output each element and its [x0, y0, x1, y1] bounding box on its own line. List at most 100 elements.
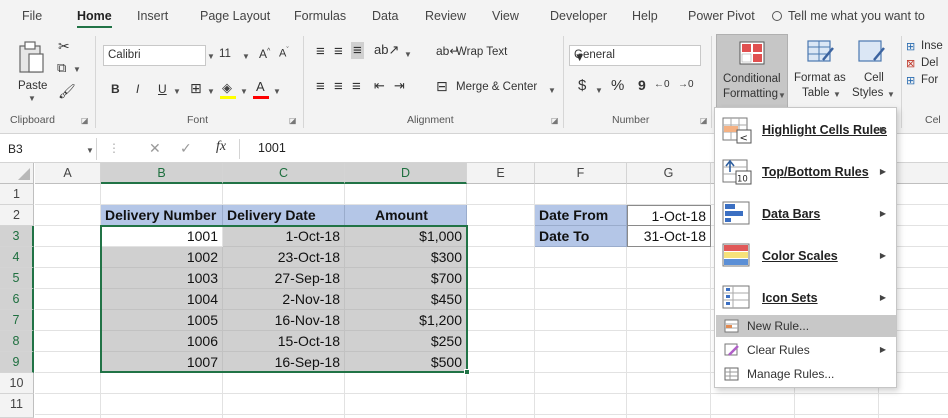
format-cells-label[interactable]: For	[921, 74, 938, 86]
orientation-icon[interactable]: ab↗	[374, 42, 399, 58]
conditional-formatting-button[interactable]: Conditional Formatting ▼	[716, 34, 788, 108]
bold-button[interactable]: B	[111, 82, 120, 96]
cell-d3[interactable]: $1,000	[345, 226, 467, 247]
row-header-3[interactable]: 3	[0, 226, 34, 247]
chevron-down-icon[interactable]: ▼	[548, 86, 556, 95]
cell-b9[interactable]: 1007	[101, 352, 223, 373]
cell-c9[interactable]: 16-Sep-18	[223, 352, 345, 373]
format-painter-icon[interactable]: 🖌	[58, 83, 76, 100]
menu-item-top-bottom-rules[interactable]: 10 Top/Bottom Rules ▶	[716, 152, 896, 194]
dialog-launcher-icon[interactable]: ◪	[551, 116, 559, 125]
font-color-icon[interactable]: A	[256, 79, 265, 94]
cell-b4[interactable]: 1002	[101, 247, 223, 268]
cell-c8[interactable]: 15-Oct-18	[223, 331, 345, 352]
delete-cells-icon[interactable]: ⊠	[906, 57, 915, 70]
align-center-icon[interactable]: ≡	[334, 78, 343, 95]
cell-c6[interactable]: 2-Nov-18	[223, 289, 345, 310]
increase-decimal-icon[interactable]: ←0	[654, 79, 670, 90]
column-header-g[interactable]: G	[627, 163, 711, 184]
tab-insert[interactable]: Insert	[137, 9, 168, 23]
cell-c5[interactable]: 27-Sep-18	[223, 268, 345, 289]
date-from-label[interactable]: Date From	[535, 205, 627, 226]
cell-d8[interactable]: $250	[345, 331, 467, 352]
chevron-down-icon[interactable]: ▼	[242, 52, 250, 61]
increase-font-size-icon[interactable]: A^	[259, 47, 270, 61]
cell-styles-button[interactable]: Cell Styles ▼	[852, 34, 896, 108]
insert-cells-icon[interactable]: ⊞	[906, 40, 915, 53]
cell-d7[interactable]: $1,200	[345, 310, 467, 331]
chevron-down-icon[interactable]: ▼	[404, 50, 412, 59]
tab-home[interactable]: Home	[77, 9, 112, 28]
cell-c7[interactable]: 16-Nov-18	[223, 310, 345, 331]
tab-view[interactable]: View	[492, 9, 519, 23]
row-header-7[interactable]: 7	[0, 310, 34, 331]
accounting-format-button[interactable]: $	[578, 77, 586, 94]
dialog-launcher-icon[interactable]: ◪	[289, 116, 297, 125]
chevron-down-icon[interactable]: ▼	[73, 65, 81, 74]
menu-item-new-rule[interactable]: New Rule...	[716, 315, 896, 337]
tab-page-layout[interactable]: Page Layout	[200, 9, 270, 23]
select-all-corner[interactable]	[0, 163, 34, 184]
menu-item-icon-sets[interactable]: Icon Sets ▶	[716, 278, 896, 320]
date-to-label[interactable]: Date To	[535, 226, 627, 247]
borders-icon[interactable]: ⊞	[190, 80, 202, 97]
italic-button[interactable]: I	[136, 82, 139, 96]
cell-d5[interactable]: $700	[345, 268, 467, 289]
tab-data[interactable]: Data	[372, 9, 398, 23]
copy-icon[interactable]: ⧉	[57, 60, 66, 76]
paste-button[interactable]: Paste ▼	[16, 40, 48, 103]
insert-function-button[interactable]: fx	[216, 139, 226, 155]
fill-handle[interactable]	[464, 369, 470, 375]
dialog-launcher-icon[interactable]: ◪	[700, 116, 708, 125]
column-header-d[interactable]: D	[345, 163, 467, 184]
row-header-11[interactable]: 11	[0, 394, 34, 418]
format-as-table-button[interactable]: Format as Table ▼	[792, 34, 850, 108]
row-header-4[interactable]: 4	[0, 247, 34, 268]
tab-file[interactable]: File	[22, 9, 42, 23]
cell-b3[interactable]: 1001	[101, 226, 223, 247]
cell-b7[interactable]: 1005	[101, 310, 223, 331]
tab-review[interactable]: Review	[425, 9, 466, 23]
delete-cells-label[interactable]: Del	[921, 57, 938, 69]
align-top-icon[interactable]: ≡	[316, 43, 325, 60]
insert-cells-label[interactable]: Inse	[921, 40, 943, 52]
chevron-down-icon[interactable]: ▼	[207, 52, 215, 61]
decrease-decimal-icon[interactable]: →0	[678, 79, 694, 90]
menu-item-highlight-cells-rules[interactable]: < Highlight Cells Rules ▶	[716, 110, 896, 152]
name-box[interactable]: B3 ▼	[2, 138, 97, 160]
tell-me-search[interactable]: Tell me what you want to	[772, 9, 925, 23]
cell-c3[interactable]: 1-Oct-18	[223, 226, 345, 247]
table-header-delivery-number[interactable]: Delivery Number	[101, 205, 223, 226]
cell-b8[interactable]: 1006	[101, 331, 223, 352]
column-header-e[interactable]: E	[467, 163, 535, 184]
cell-d4[interactable]: $300	[345, 247, 467, 268]
confirm-entry-icon[interactable]: ✓	[180, 140, 192, 157]
column-header-b[interactable]: B	[101, 163, 223, 184]
fill-color-icon[interactable]: ◈	[222, 80, 232, 96]
table-header-delivery-date[interactable]: Delivery Date	[223, 205, 345, 226]
align-right-icon[interactable]: ≡	[352, 78, 361, 95]
row-header-6[interactable]: 6	[0, 289, 34, 310]
align-left-icon[interactable]: ≡	[316, 78, 325, 95]
column-header-a[interactable]: A	[35, 163, 101, 184]
cell-c4[interactable]: 23-Oct-18	[223, 247, 345, 268]
chevron-down-icon[interactable]: ▼	[273, 87, 281, 96]
cell-b5[interactable]: 1003	[101, 268, 223, 289]
decrease-indent-icon[interactable]: ⇤	[374, 78, 385, 94]
align-middle-icon[interactable]: ≡	[334, 43, 343, 60]
chevron-down-icon[interactable]: ▼	[173, 87, 181, 96]
row-header-1[interactable]: 1	[0, 184, 34, 205]
menu-item-manage-rules[interactable]: Manage Rules...	[716, 363, 896, 385]
menu-item-clear-rules[interactable]: Clear Rules ▶	[716, 339, 896, 361]
chevron-down-icon[interactable]: ▼	[240, 87, 248, 96]
font-name-select[interactable]: Calibri	[103, 45, 206, 66]
row-header-8[interactable]: 8	[0, 331, 34, 352]
cell-d6[interactable]: $450	[345, 289, 467, 310]
row-header-10[interactable]: 10	[0, 373, 34, 394]
wrap-text-button[interactable]: ab↵ Wrap Text	[436, 44, 516, 62]
date-to-value[interactable]: 31-Oct-18	[627, 226, 711, 247]
cell-d9[interactable]: $500	[345, 352, 467, 373]
chevron-down-icon[interactable]: ▼	[595, 86, 603, 95]
row-header-2[interactable]: 2	[0, 205, 34, 226]
cancel-entry-icon[interactable]: ✕	[149, 140, 161, 157]
